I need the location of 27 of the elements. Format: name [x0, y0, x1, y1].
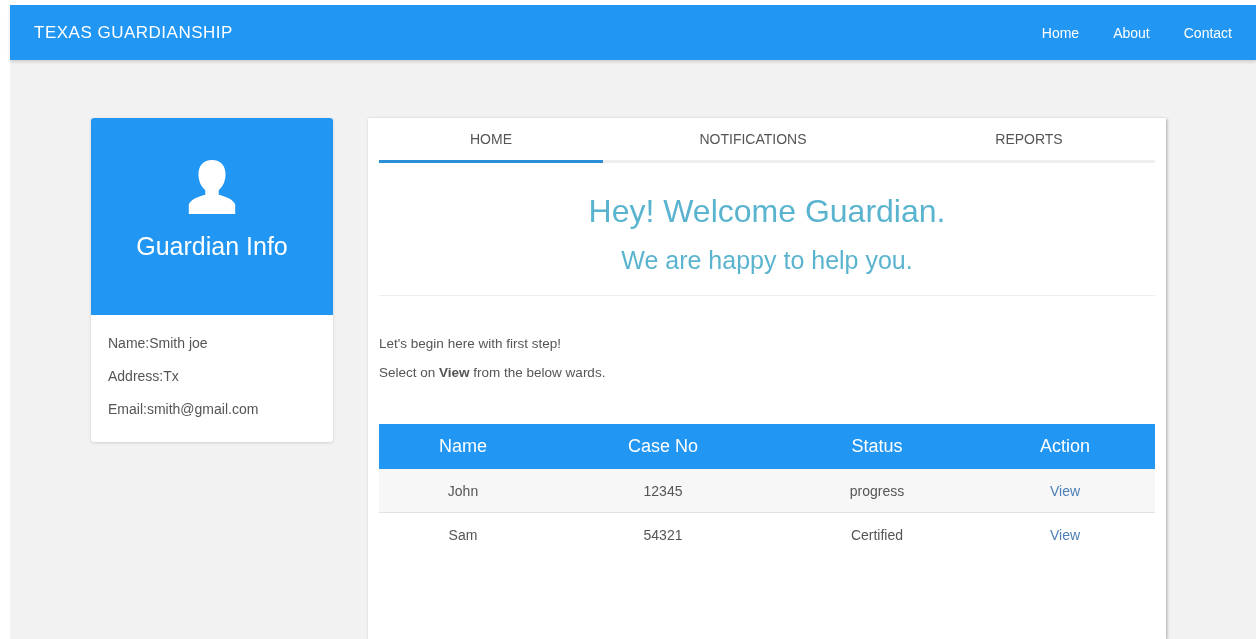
table-cell: progress: [849, 482, 905, 499]
profile-detail: Name:Smith joe: [108, 335, 209, 351]
table-cell: Certified: [850, 526, 904, 543]
nav-link[interactable]: Contact: [1149, 24, 1232, 41]
column-header: Status: [851, 436, 903, 457]
tab[interactable]: NOTIFICATIONS: [603, 118, 903, 163]
column-header: Name: [439, 436, 487, 457]
intro-text: Select on View from the below wards.: [379, 365, 607, 380]
welcome-subheading: We are happy to help you.: [620, 246, 914, 275]
view-link[interactable]: View: [1049, 482, 1081, 499]
table-cell: 12345: [643, 482, 683, 499]
brand-title: TEXAS GUARDIANSHIP: [34, 22, 233, 43]
profile-detail: Email:smith@gmail.com: [108, 401, 260, 417]
table-cell: Sam: [448, 526, 478, 543]
welcome-heading: Hey! Welcome Guardian.: [587, 193, 947, 230]
table-cell: John: [447, 482, 479, 499]
tab[interactable]: HOME: [379, 118, 603, 163]
card-title: Guardian Info: [136, 232, 288, 261]
column-header: Action: [1040, 436, 1090, 457]
nav-link[interactable]: Home: [1007, 24, 1080, 41]
tab[interactable]: REPORTS: [903, 118, 1155, 163]
view-link[interactable]: View: [1049, 526, 1081, 543]
nav-link[interactable]: About: [1079, 24, 1150, 41]
intro-text: Let's begin here with first step!: [379, 336, 562, 351]
column-header: Case No: [628, 436, 698, 457]
profile-detail: Address:Tx: [108, 368, 180, 384]
table-cell: 54321: [643, 526, 683, 543]
